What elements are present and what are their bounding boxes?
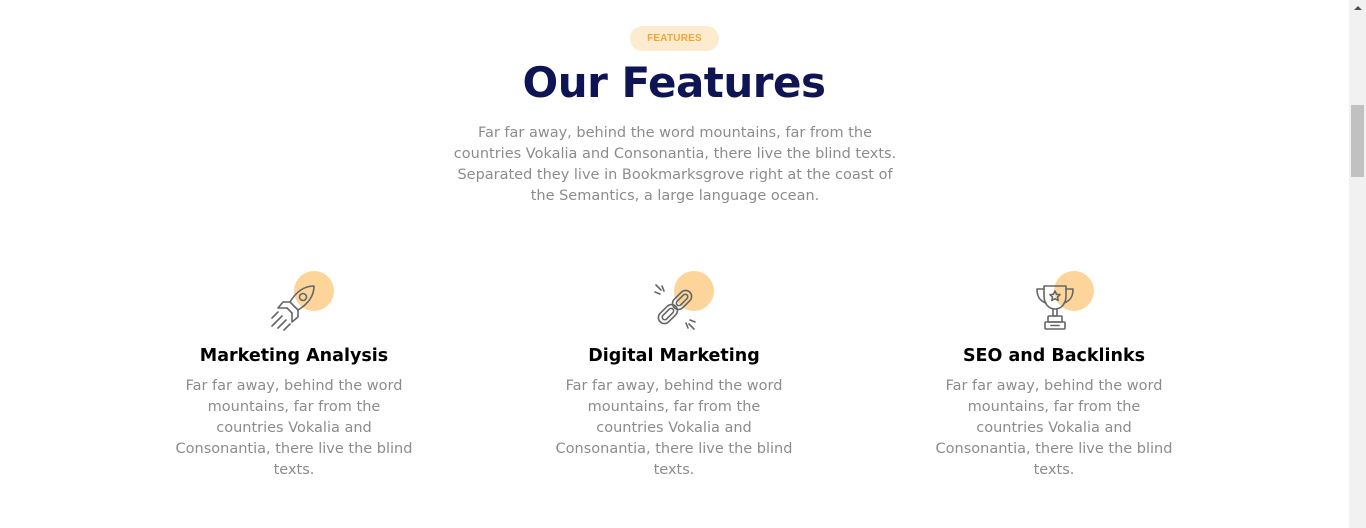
- scrollbar-thumb[interactable]: [1351, 105, 1364, 177]
- feature-text: Far far away, behind the word mountains,…: [935, 378, 1173, 478]
- scroll-up-arrow-icon[interactable]: [1349, 0, 1366, 17]
- page-scrollbar[interactable]: [1349, 0, 1366, 528]
- rocket-icon: [271, 285, 315, 331]
- feature-title: SEO and Backlinks: [962, 346, 1146, 366]
- features-section: FEATURES Our Features Far far away, behi…: [0, 0, 1349, 528]
- feature-card-marketing-analysis: Marketing Analysis Far far away, behind …: [164, 268, 424, 481]
- feature-text: Far far away, behind the word mountains,…: [555, 378, 793, 478]
- feature-text: Far far away, behind the word mountains,…: [175, 378, 413, 478]
- page-viewport: FEATURES Our Features Far far away, behi…: [0, 0, 1366, 528]
- trophy-icon: [1036, 285, 1074, 330]
- feature-title: Digital Marketing: [588, 346, 760, 366]
- section-intro: Far far away, behind the word mountains,…: [453, 125, 897, 204]
- feature-card-seo-backlinks: SEO and Backlinks Far far away, behind t…: [924, 268, 1184, 481]
- feature-title: Marketing Analysis: [199, 346, 389, 366]
- link-icon: [654, 284, 696, 330]
- section-title: Our Features: [522, 58, 826, 107]
- feature-icon-wrap: [634, 268, 714, 338]
- feature-icon-wrap: [1014, 268, 1094, 338]
- feature-icon-wrap: [254, 268, 334, 338]
- feature-card-digital-marketing: Digital Marketing Far far away, behind t…: [544, 268, 804, 481]
- section-badge: FEATURES: [630, 26, 719, 51]
